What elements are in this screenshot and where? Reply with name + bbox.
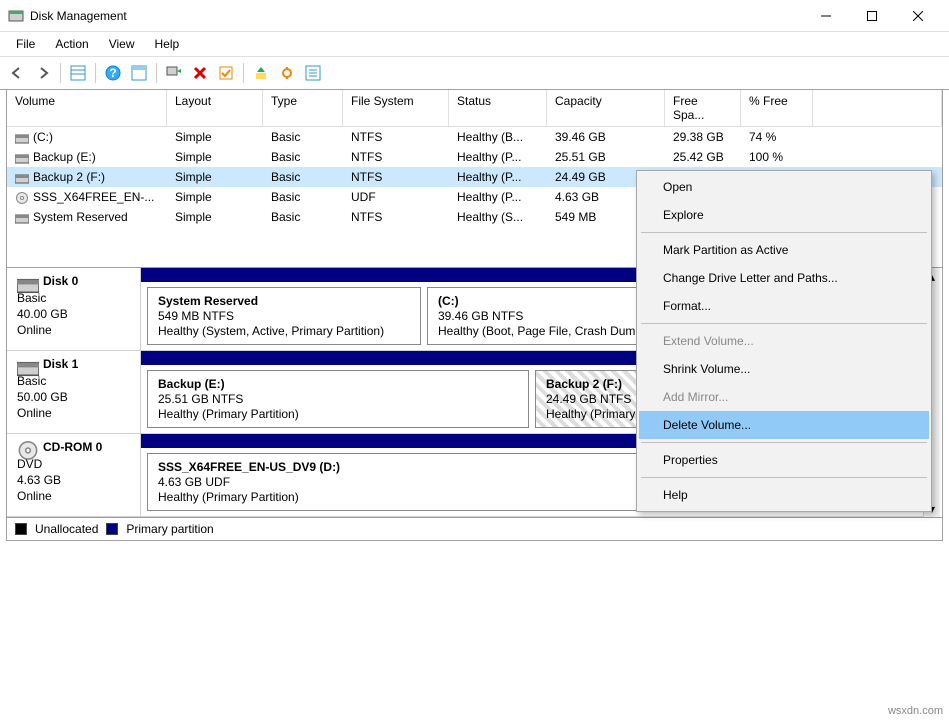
context-item[interactable]: Properties <box>639 446 929 474</box>
context-separator <box>641 232 927 233</box>
app-icon <box>8 8 24 24</box>
col-pctfree[interactable]: % Free <box>741 90 813 126</box>
col-filesystem[interactable]: File System <box>343 90 449 126</box>
settings-button[interactable] <box>276 62 298 84</box>
volume-block[interactable]: System Reserved549 MB NTFSHealthy (Syste… <box>147 287 421 345</box>
col-capacity[interactable]: Capacity <box>547 90 665 126</box>
volume-icon <box>15 172 29 184</box>
maximize-button[interactable] <box>849 1 895 31</box>
context-item[interactable]: Open <box>639 173 929 201</box>
volume-icon <box>15 212 29 224</box>
disk-info: CD-ROM 0 DVD4.63 GBOnline <box>7 434 141 516</box>
properties-button[interactable] <box>302 62 324 84</box>
context-separator <box>641 477 927 478</box>
legend-unallocated: Unallocated <box>35 522 98 536</box>
volume-icon <box>15 152 29 164</box>
col-volume[interactable]: Volume <box>7 90 167 126</box>
context-menu: OpenExplore Mark Partition as ActiveChang… <box>636 170 932 512</box>
context-separator <box>641 323 927 324</box>
col-layout[interactable]: Layout <box>167 90 263 126</box>
delete-button[interactable] <box>189 62 211 84</box>
context-item: Extend Volume... <box>639 327 929 355</box>
context-item[interactable]: Explore <box>639 201 929 229</box>
legend-primary: Primary partition <box>126 522 213 536</box>
svg-text:?: ? <box>109 66 116 80</box>
legend-swatch-primary <box>106 523 118 535</box>
refresh-button[interactable] <box>163 62 185 84</box>
col-free[interactable]: Free Spa... <box>665 90 741 126</box>
window-title: Disk Management <box>30 9 803 23</box>
disk-icon <box>17 441 39 455</box>
volume-row[interactable]: Backup (E:)SimpleBasicNTFSHealthy (P...2… <box>7 147 942 167</box>
menu-view[interactable]: View <box>99 34 145 54</box>
volume-block[interactable]: Backup (E:)25.51 GB NTFSHealthy (Primary… <box>147 370 529 428</box>
menu-help[interactable]: Help <box>145 34 190 54</box>
context-item[interactable]: Format... <box>639 292 929 320</box>
disk-info: Disk 0 Basic40.00 GBOnline <box>7 268 141 350</box>
legend: Unallocated Primary partition <box>6 518 943 541</box>
context-separator <box>641 442 927 443</box>
context-item[interactable]: Help <box>639 481 929 509</box>
help-button[interactable]: ? <box>102 62 124 84</box>
context-item[interactable]: Change Drive Letter and Paths... <box>639 264 929 292</box>
col-type[interactable]: Type <box>263 90 343 126</box>
volume-row[interactable]: (C:)SimpleBasicNTFSHealthy (B...39.46 GB… <box>7 127 942 147</box>
toolbar: ? <box>0 56 949 90</box>
minimize-button[interactable] <box>803 1 849 31</box>
forward-button[interactable] <box>32 62 54 84</box>
view-details-button[interactable] <box>128 62 150 84</box>
up-button[interactable] <box>250 62 272 84</box>
menubar: File Action View Help <box>0 32 949 56</box>
check-button[interactable] <box>215 62 237 84</box>
legend-swatch-unallocated <box>15 523 27 535</box>
context-item[interactable]: Delete Volume... <box>639 411 929 439</box>
col-spacer[interactable] <box>813 90 942 126</box>
titlebar: Disk Management <box>0 0 949 32</box>
column-headers: Volume Layout Type File System Status Ca… <box>7 90 942 127</box>
disk-info: Disk 1 Basic50.00 GBOnline <box>7 351 141 433</box>
col-status[interactable]: Status <box>449 90 547 126</box>
view-list-button[interactable] <box>67 62 89 84</box>
context-item[interactable]: Shrink Volume... <box>639 355 929 383</box>
menu-action[interactable]: Action <box>45 34 98 54</box>
volume-icon <box>15 192 29 204</box>
context-item: Add Mirror... <box>639 383 929 411</box>
watermark: wsxdn.com <box>888 705 943 717</box>
menu-file[interactable]: File <box>6 34 45 54</box>
back-button[interactable] <box>6 62 28 84</box>
close-button[interactable] <box>895 1 941 31</box>
context-item[interactable]: Mark Partition as Active <box>639 236 929 264</box>
disk-icon <box>17 275 39 289</box>
volume-icon <box>15 132 29 144</box>
disk-icon <box>17 358 39 372</box>
